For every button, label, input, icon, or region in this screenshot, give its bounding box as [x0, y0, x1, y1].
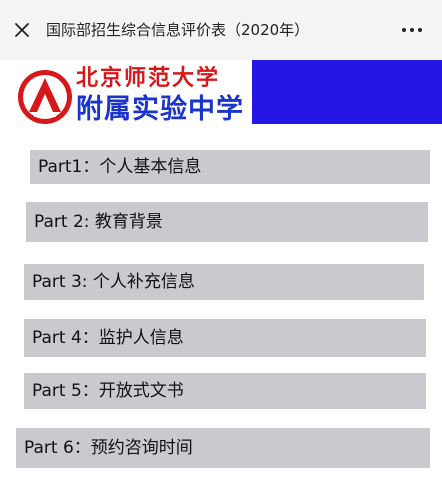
- school-name-line2: 附属实验中学: [76, 94, 244, 125]
- more-icon[interactable]: [399, 20, 425, 40]
- close-icon[interactable]: [12, 20, 32, 40]
- part5-label: Part 5：开放式文书: [32, 381, 184, 401]
- top-bar: 国际部招生综合信息评价表（2020年）: [0, 0, 442, 60]
- part6-label: Part 6：预约咨询时间: [24, 438, 193, 458]
- part4-item[interactable]: Part 4：监护人信息: [24, 319, 426, 357]
- part6-item[interactable]: Part 6：预约咨询时间: [16, 428, 430, 468]
- part2-item[interactable]: Part 2: 教育背景: [26, 202, 428, 242]
- banner-blue-block: [252, 60, 442, 124]
- part3-item[interactable]: Part 3: 个人补充信息: [24, 264, 424, 300]
- school-logo: [16, 68, 74, 126]
- part5-item[interactable]: Part 5：开放式文书: [24, 373, 426, 409]
- school-name-line1: 北京师范大学: [76, 66, 221, 91]
- school-banner: 北京师范大学 附属实验中学: [14, 60, 442, 130]
- part3-label: Part 3: 个人补充信息: [32, 272, 195, 292]
- part1-label: Part1：个人基本信息: [38, 157, 202, 177]
- part4-label: Part 4：监护人信息: [32, 328, 184, 348]
- part1-item[interactable]: Part1：个人基本信息: [30, 150, 430, 184]
- page-title: 国际部招生综合信息评价表（2020年）: [46, 21, 310, 39]
- part2-label: Part 2: 教育背景: [34, 212, 163, 232]
